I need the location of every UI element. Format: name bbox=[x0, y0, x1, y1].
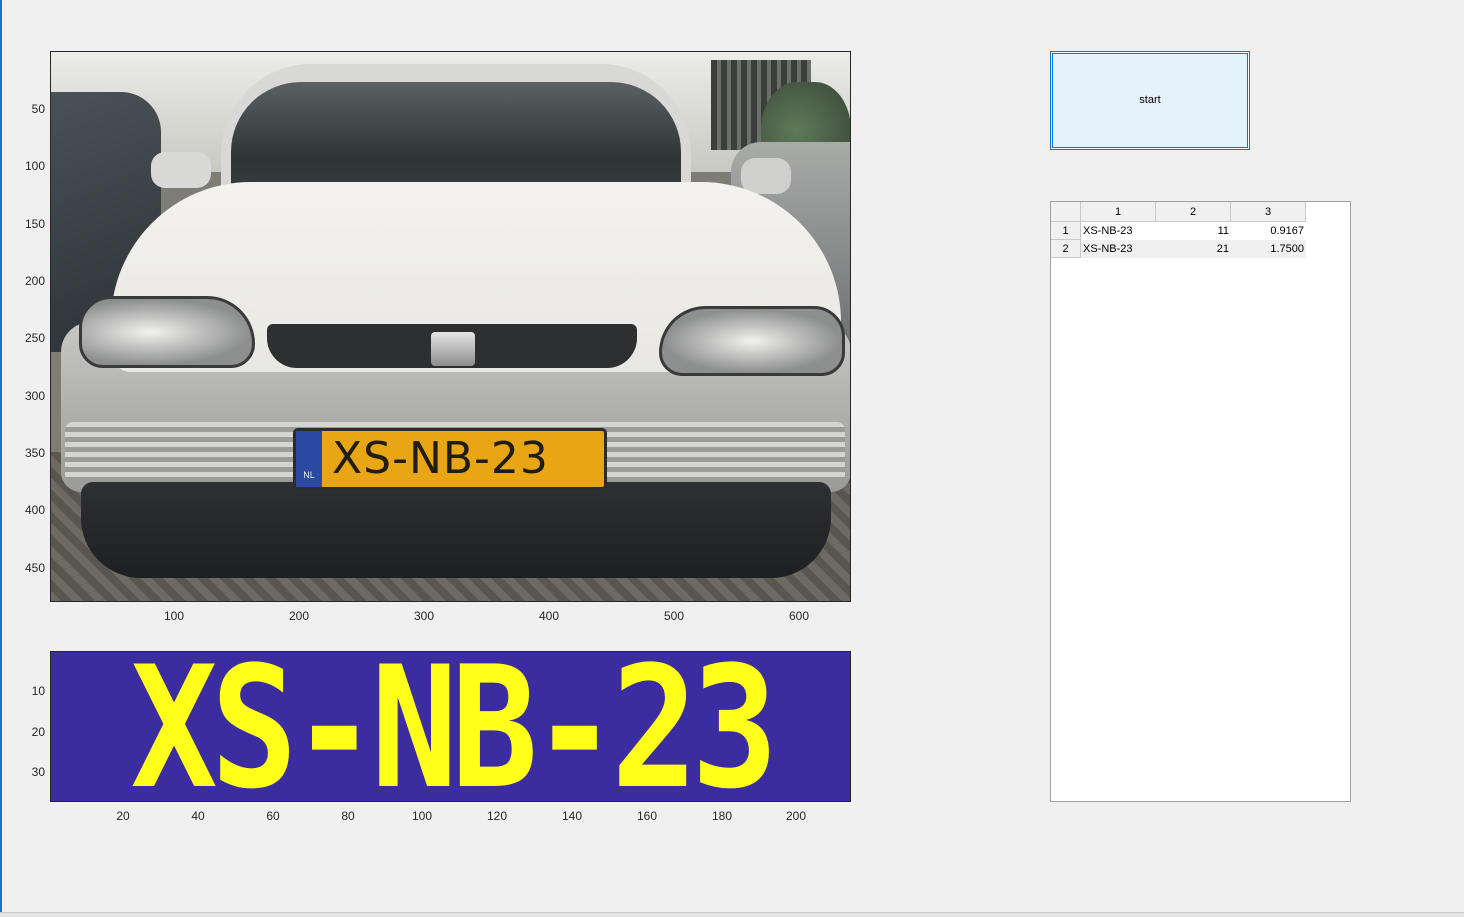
image-xtick: 300 bbox=[413, 609, 435, 623]
image-ytick: 200 bbox=[24, 274, 45, 288]
binary-ytick: 30 bbox=[31, 765, 45, 779]
binary-xtick: 60 bbox=[266, 809, 280, 823]
binary-xtick: 180 bbox=[711, 809, 733, 823]
binary-ytick: 10 bbox=[31, 684, 45, 698]
car-left-mirror bbox=[151, 152, 211, 188]
binary-plate-characters: XS-NB-23 bbox=[130, 651, 779, 802]
image-ytick: 450 bbox=[24, 561, 45, 575]
binary-xtick: 140 bbox=[561, 809, 583, 823]
binary-xtick: 80 bbox=[341, 809, 355, 823]
binary-ytick: 20 bbox=[31, 725, 45, 739]
figure-window: NL XS-NB-23 50 100 150 200 250 300 350 4… bbox=[0, 0, 1464, 917]
table-column-header[interactable]: 2 bbox=[1156, 202, 1231, 222]
table-column-header[interactable]: 1 bbox=[1081, 202, 1156, 222]
image-ytick: 50 bbox=[31, 102, 45, 116]
table-cell[interactable]: 1.7500 bbox=[1231, 240, 1306, 258]
image-ytick: 100 bbox=[24, 159, 45, 173]
image-ytick: 350 bbox=[24, 446, 45, 460]
image-xtick: 600 bbox=[788, 609, 810, 623]
binary-plate-axes[interactable]: XS-NB-23 bbox=[50, 651, 851, 802]
binary-xtick: 20 bbox=[116, 809, 130, 823]
image-xtick: 200 bbox=[288, 609, 310, 623]
car-badge bbox=[431, 332, 475, 366]
table-cell[interactable]: 21 bbox=[1156, 240, 1231, 258]
plate-country-code: NL bbox=[296, 431, 322, 487]
table-cell[interactable]: XS-NB-23 bbox=[1081, 240, 1156, 258]
car-left-headlight bbox=[79, 296, 255, 368]
table-corner bbox=[1051, 202, 1081, 222]
binary-xtick: 100 bbox=[411, 809, 433, 823]
table-row-header[interactable]: 1 bbox=[1051, 222, 1081, 240]
car-image-axes[interactable]: NL XS-NB-23 bbox=[50, 51, 851, 602]
binary-xtick: 120 bbox=[486, 809, 508, 823]
binary-xtick: 40 bbox=[191, 809, 205, 823]
image-ytick: 400 bbox=[24, 503, 45, 517]
window-bottom-border bbox=[0, 912, 1464, 917]
table-cell[interactable]: 11 bbox=[1156, 222, 1231, 240]
window-left-border bbox=[0, 0, 2, 917]
image-xtick: 400 bbox=[538, 609, 560, 623]
car-right-mirror bbox=[741, 158, 791, 194]
image-ytick: 150 bbox=[24, 217, 45, 231]
image-ytick: 300 bbox=[24, 389, 45, 403]
results-table[interactable]: 1 2 3 1 XS-NB-23 11 0.9167 2 XS-NB-23 21… bbox=[1050, 201, 1351, 802]
license-plate: NL XS-NB-23 bbox=[293, 428, 607, 490]
image-xtick: 100 bbox=[163, 609, 185, 623]
start-button[interactable]: start bbox=[1050, 51, 1250, 150]
table-row-header[interactable]: 2 bbox=[1051, 240, 1081, 258]
binary-xtick: 160 bbox=[636, 809, 658, 823]
plate-text: XS-NB-23 bbox=[332, 433, 549, 484]
image-xtick: 500 bbox=[663, 609, 685, 623]
table-column-header[interactable]: 3 bbox=[1231, 202, 1306, 222]
table-cell[interactable]: 0.9167 bbox=[1231, 222, 1306, 240]
table-cell[interactable]: XS-NB-23 bbox=[1081, 222, 1156, 240]
image-ytick: 250 bbox=[24, 331, 45, 345]
car-lower-grille bbox=[81, 482, 831, 578]
car-right-headlight bbox=[659, 306, 845, 376]
binary-xtick: 200 bbox=[785, 809, 807, 823]
